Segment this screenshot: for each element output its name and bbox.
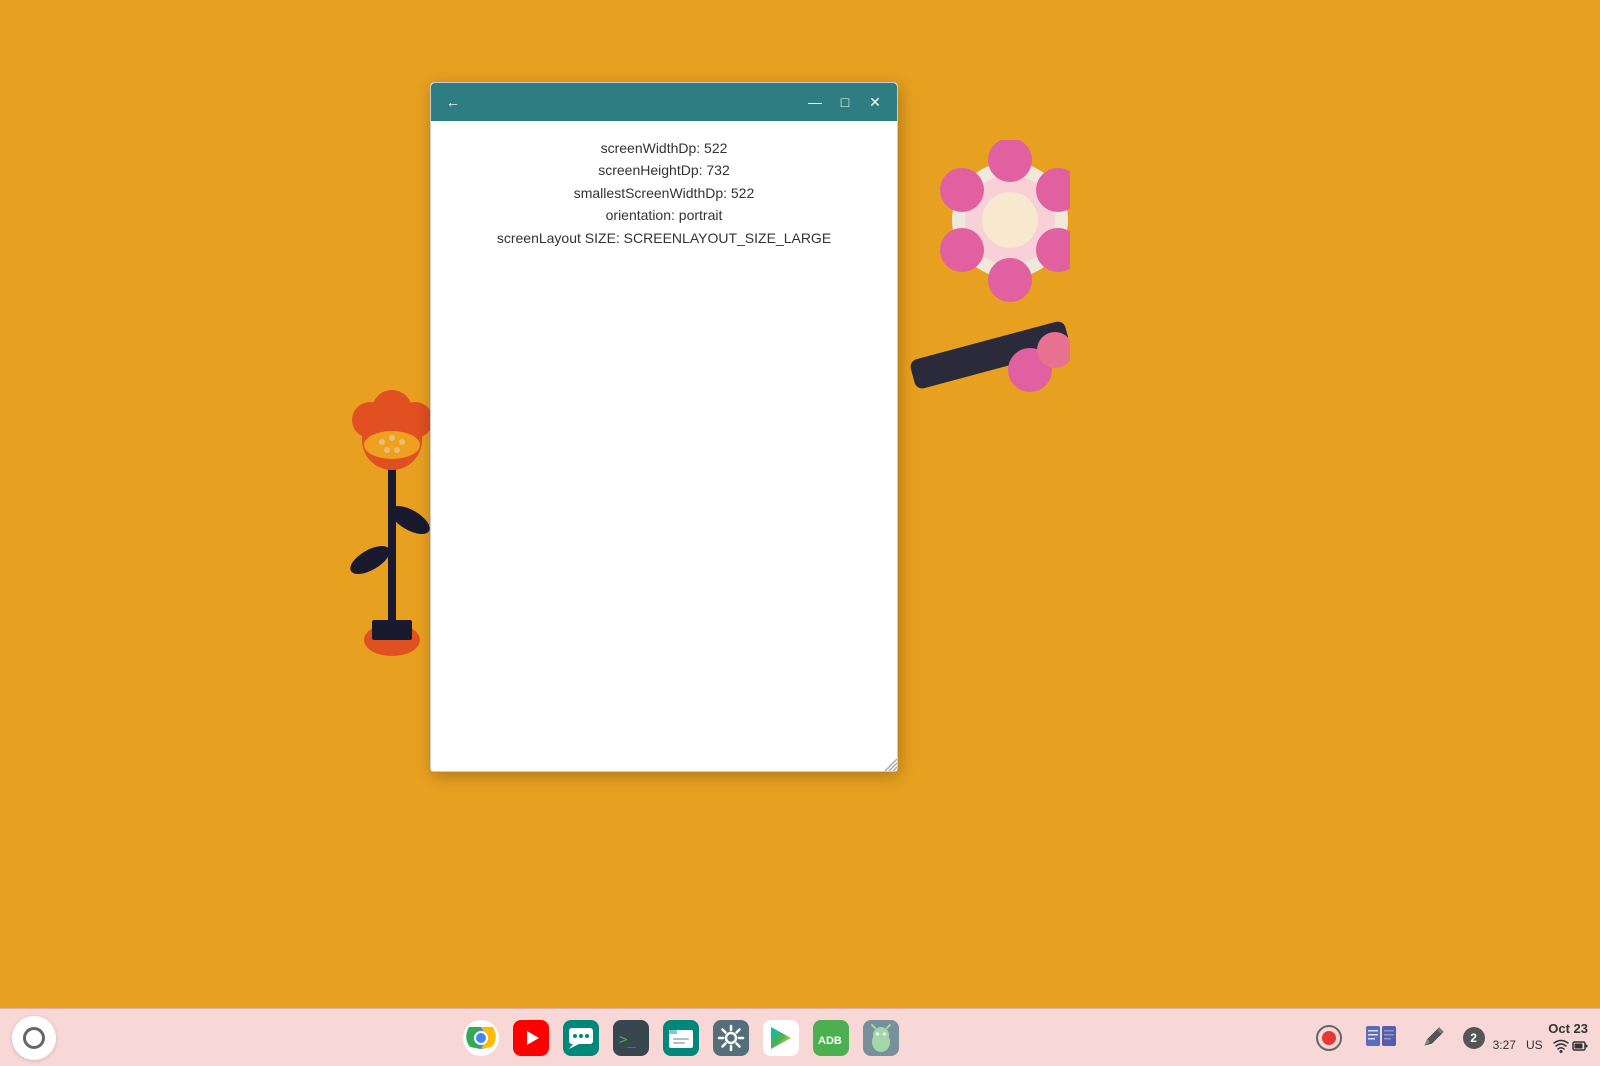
notification-badge[interactable]: 2 [1463, 1027, 1485, 1049]
wifi-icon [1553, 1038, 1569, 1054]
messages-icon-button[interactable] [559, 1016, 603, 1060]
messages-icon [563, 1020, 599, 1056]
screen-height-dp: screenHeightDp: 732 [598, 159, 730, 181]
back-button[interactable]: ← [439, 88, 467, 116]
launcher-circle-icon [23, 1027, 45, 1049]
datetime-area[interactable]: Oct 23 3:27 US [1493, 1021, 1588, 1054]
pen-icon [1419, 1024, 1447, 1052]
reader-button[interactable] [1359, 1016, 1403, 1060]
orientation: orientation: portrait [606, 204, 723, 226]
svg-text:ADB: ADB [818, 1035, 842, 1047]
record-button[interactable] [1307, 1016, 1351, 1060]
taskbar-right: 2 Oct 23 3:27 US [1307, 1016, 1588, 1060]
android-icon-button[interactable] [859, 1016, 903, 1060]
svg-text:>_: >_ [619, 1032, 636, 1048]
chrome-icon [463, 1020, 499, 1056]
play-store-icon [763, 1020, 799, 1056]
maximize-button[interactable]: □ [831, 88, 859, 116]
taskbar: >_ [0, 1008, 1600, 1066]
launcher-button[interactable] [12, 1016, 56, 1060]
settings-icon [713, 1020, 749, 1056]
close-button[interactable]: ✕ [861, 88, 889, 116]
datetime-time: 3:27 US [1493, 1038, 1588, 1054]
locale-display: US [1526, 1038, 1543, 1052]
terminal-icon-button[interactable]: >_ [609, 1016, 653, 1060]
smallest-screen-width-dp: smallestScreenWidthDp: 522 [574, 182, 755, 204]
title-bar: ← — □ ✕ [431, 83, 897, 121]
adb-icon: ADB [813, 1020, 849, 1056]
app-window: ← — □ ✕ screenWidthDp: 522 screenHeightD… [430, 82, 898, 772]
youtube-icon-button[interactable] [509, 1016, 553, 1060]
android-icon [863, 1020, 899, 1056]
right-flower-decoration [910, 140, 1070, 590]
pen-button[interactable] [1411, 1016, 1455, 1060]
taskbar-center: >_ [56, 1016, 1307, 1060]
youtube-icon [513, 1020, 549, 1056]
files-icon-button[interactable] [659, 1016, 703, 1060]
settings-icon-button[interactable] [709, 1016, 753, 1060]
window-content: screenWidthDp: 522 screenHeightDp: 732 s… [431, 121, 897, 771]
play-store-icon-button[interactable] [759, 1016, 803, 1060]
reader-icon [1365, 1024, 1397, 1052]
terminal-icon: >_ [613, 1020, 649, 1056]
battery-icon [1572, 1038, 1588, 1054]
adb-icon-button[interactable]: ADB [809, 1016, 853, 1060]
time-display: 3:27 [1493, 1038, 1516, 1052]
record-icon [1315, 1024, 1343, 1052]
taskbar-left [12, 1016, 56, 1060]
minimize-button[interactable]: — [801, 88, 829, 116]
screen-layout: screenLayout SIZE: SCREENLAYOUT_SIZE_LAR… [497, 227, 831, 249]
title-bar-left: ← [439, 88, 467, 116]
files-icon [663, 1020, 699, 1056]
svg-text:↑: ↑ [385, 470, 396, 495]
screen-width-dp: screenWidthDp: 522 [601, 137, 728, 159]
datetime-date: Oct 23 [1493, 1021, 1588, 1038]
title-bar-controls: — □ ✕ [801, 88, 889, 116]
chrome-icon-button[interactable] [459, 1016, 503, 1060]
desktop: ↑ ← — □ ✕ screenW [0, 0, 1600, 1066]
resize-handle[interactable] [881, 755, 897, 771]
